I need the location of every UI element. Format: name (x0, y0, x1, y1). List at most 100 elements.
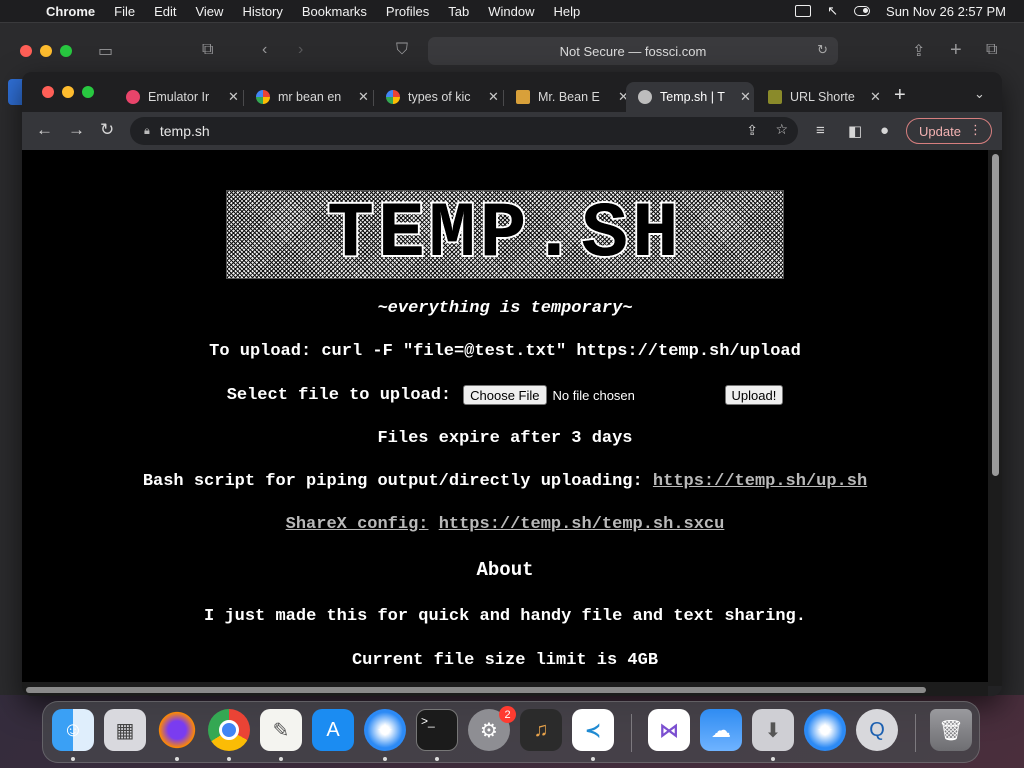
tab-types-of-kick[interactable]: types of kic ✕ (374, 82, 502, 112)
tab-search-chevron-down-icon[interactable]: ⌄ (974, 86, 985, 102)
chrome-minimize-button[interactable] (62, 86, 74, 98)
new-tab-icon[interactable]: + (894, 84, 906, 107)
tab-title: Mr. Bean E (538, 90, 600, 104)
shield-icon[interactable]: ⛉ (396, 41, 408, 59)
dock-separator (915, 714, 916, 752)
share-icon[interactable]: ⇪ (746, 122, 758, 139)
update-button[interactable]: Update ⋮ (906, 118, 992, 144)
tab-emulator[interactable]: Emulator Ir ✕ (114, 82, 242, 112)
visual-studio-icon[interactable]: ⋈ (648, 709, 690, 751)
update-label: Update (919, 123, 961, 139)
tab-overview-icon[interactable]: ⧉ (202, 41, 213, 59)
back-icon[interactable]: ‹ (262, 41, 267, 59)
safari-close-button[interactable] (20, 45, 32, 57)
forward-icon[interactable]: › (298, 41, 303, 59)
tab-temp-sh[interactable]: Temp.sh | T ✕ (626, 82, 754, 112)
running-indicator (383, 757, 387, 761)
quicktime-icon[interactable]: Q (856, 709, 898, 751)
launchpad-icon[interactable]: ▦ (104, 709, 146, 751)
safari-minimize-button[interactable] (40, 45, 52, 57)
horizontal-scrollbar[interactable] (22, 682, 988, 696)
tabs-icon[interactable]: ⧉ (986, 41, 997, 59)
new-tab-icon[interactable]: + (950, 39, 962, 62)
reload-icon[interactable]: ↻ (100, 120, 114, 140)
menu-profiles[interactable]: Profiles (386, 4, 429, 19)
menu-window[interactable]: Window (488, 4, 534, 19)
close-tab-icon[interactable]: ✕ (228, 89, 239, 105)
chrome-close-button[interactable] (42, 86, 54, 98)
bash-script-line: Bash script for piping output/directly u… (22, 472, 988, 491)
side-panel-icon[interactable]: ◧ (848, 122, 862, 140)
system-settings-icon[interactable]: ⚙ 2 (468, 706, 516, 751)
menu-app-name[interactable]: Chrome (46, 4, 95, 19)
reload-icon[interactable]: ↻ (817, 42, 828, 58)
bash-script-link[interactable]: https://temp.sh/up.sh (653, 472, 867, 491)
close-tab-icon[interactable]: ✕ (870, 89, 881, 105)
installer-icon[interactable]: ⬇ (752, 709, 794, 751)
screen-mirroring-icon[interactable] (795, 5, 812, 17)
more-menu-icon[interactable]: ⋮ (969, 122, 982, 138)
cursor-icon: ↖ (827, 3, 839, 18)
garageband-icon[interactable]: ♫ (520, 709, 562, 751)
tab-url-shortener[interactable]: URL Shorte ✕ (756, 82, 882, 112)
finder-icon[interactable]: ☺ (52, 709, 94, 751)
weather-icon[interactable]: ☁ (700, 709, 742, 751)
upload-button[interactable]: Upload! (724, 385, 784, 405)
upload-form: Select file to upload: Choose File No fi… (22, 385, 988, 405)
back-icon[interactable]: ← (36, 120, 53, 140)
menu-view[interactable]: View (195, 4, 223, 19)
control-center-icon[interactable] (854, 6, 871, 16)
tab-mr-bean-search[interactable]: mr bean en ✕ (244, 82, 372, 112)
safari-secondary-icon[interactable]: ✦ (804, 709, 846, 751)
vertical-scrollbar[interactable] (988, 150, 1002, 686)
about-text: I just made this for quick and handy fil… (204, 607, 806, 626)
app-store-icon[interactable]: A (312, 709, 354, 751)
terminal-icon[interactable]: >_ (416, 709, 458, 751)
menu-bookmarks[interactable]: Bookmarks (302, 4, 367, 19)
menu-edit[interactable]: Edit (154, 4, 176, 19)
safari-zoom-button[interactable] (60, 45, 72, 57)
chrome-window: Emulator Ir ✕ mr bean en ✕ types of kic … (22, 72, 1002, 696)
safari-icon[interactable]: ✦ (364, 709, 406, 751)
share-icon[interactable]: ⇪ (912, 41, 925, 61)
bookmark-star-icon[interactable]: ☆ (775, 121, 788, 138)
sharex-label[interactable]: ShareX config: (286, 515, 429, 534)
sharex-link[interactable]: https://temp.sh/temp.sh.sxcu (439, 515, 725, 534)
lock-icon[interactable]: 🔒︎ (144, 125, 150, 138)
profile-avatar-icon[interactable]: ● (880, 122, 889, 139)
safari-address-text: Not Secure — fossci.com (559, 43, 707, 59)
firefox-icon[interactable] (156, 709, 198, 751)
trash-icon[interactable]: 🗑︎ (930, 709, 972, 751)
menu-help[interactable]: Help (554, 4, 581, 19)
menubar-datetime[interactable]: Sun Nov 26 2:57 PM (886, 4, 1006, 19)
textedit-icon[interactable]: ✎ (260, 709, 302, 751)
horizontal-scroll-thumb[interactable] (26, 687, 926, 693)
choose-file-button[interactable]: Choose File (463, 385, 547, 405)
close-tab-icon[interactable]: ✕ (488, 89, 499, 105)
media-playlist-icon[interactable]: ≡ (816, 122, 825, 139)
bash-script-label: Bash script for piping output/directly u… (142, 472, 643, 491)
settings-badge: 2 (499, 706, 516, 723)
chrome-zoom-button[interactable] (82, 86, 94, 98)
menu-tab[interactable]: Tab (448, 4, 469, 19)
menu-file[interactable]: File (114, 4, 135, 19)
chrome-icon[interactable] (208, 709, 250, 751)
tab-mr-bean-episode[interactable]: Mr. Bean E ✕ (504, 82, 632, 112)
running-indicator (227, 757, 231, 761)
safari-toolbar: ▭ ⧉ ‹ › ⛉ Not Secure — fossci.com ↻ ⇪ + … (0, 23, 1024, 79)
running-indicator (591, 757, 595, 761)
safari-address-bar[interactable]: Not Secure — fossci.com ↻ (428, 37, 838, 65)
vscode-icon[interactable]: ≺ (572, 709, 614, 751)
tab-title: types of kic (408, 90, 471, 104)
forward-icon[interactable]: → (68, 120, 85, 140)
close-tab-icon[interactable]: ✕ (740, 89, 751, 105)
dock-separator (631, 714, 632, 752)
running-indicator (279, 757, 283, 761)
tab-title: Emulator Ir (148, 90, 210, 104)
address-bar[interactable]: 🔒︎ temp.sh ⇪ ☆ (130, 117, 798, 145)
close-tab-icon[interactable]: ✕ (358, 89, 369, 105)
vertical-scroll-thumb[interactable] (992, 154, 999, 476)
sidebar-icon[interactable]: ▭ (98, 41, 113, 61)
menu-history[interactable]: History (242, 4, 282, 19)
upload-command: To upload: curl -F "file=@test.txt" http… (209, 342, 801, 361)
